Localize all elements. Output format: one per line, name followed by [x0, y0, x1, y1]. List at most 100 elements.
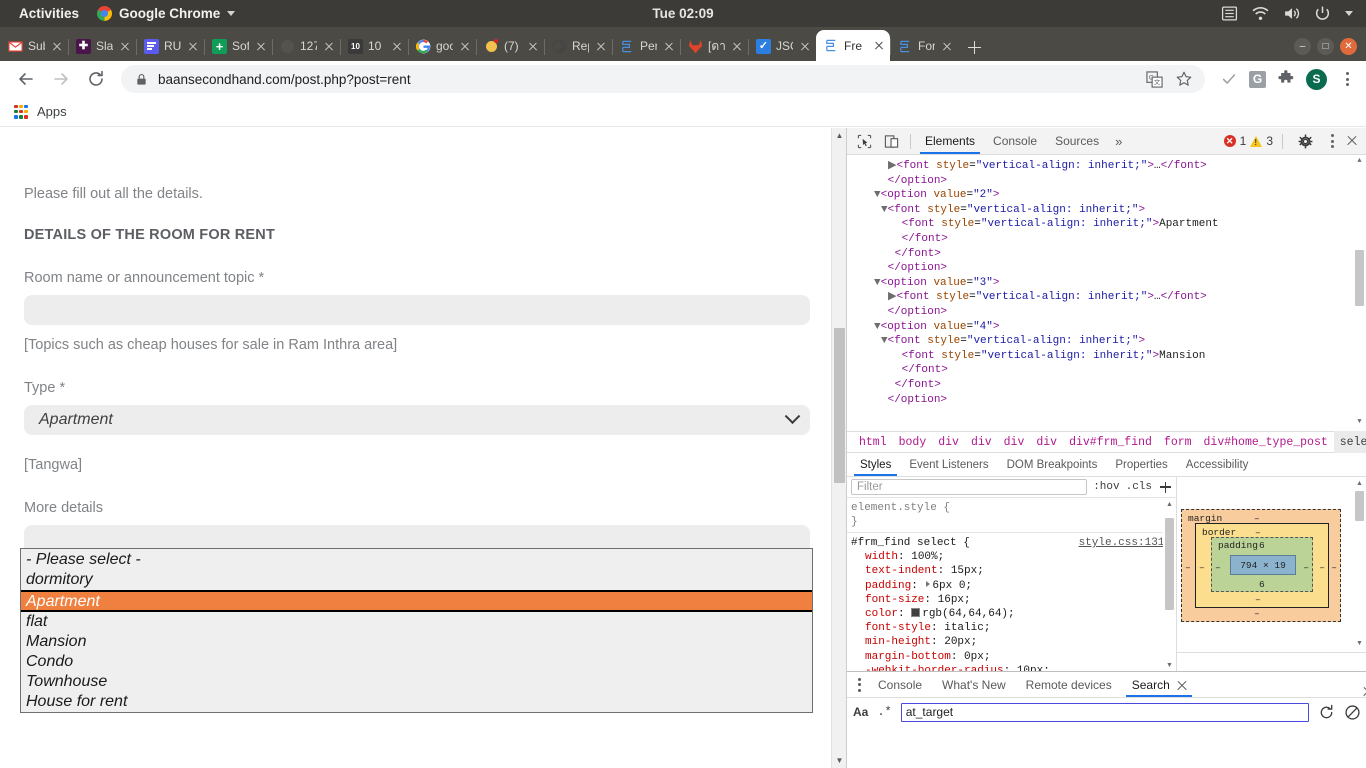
reload-button[interactable] — [80, 63, 112, 95]
styles-scrollbar[interactable]: ▲ ▼ — [1163, 498, 1176, 672]
breadcrumb-item-7[interactable]: form — [1158, 431, 1198, 453]
list-icon[interactable] — [1221, 5, 1238, 22]
dom-tree-line-11[interactable]: ▼<option value="4"> — [847, 320, 1366, 335]
dom-tree-line-9[interactable]: ▶<font style="vertical-align: inherit;">… — [847, 290, 1366, 305]
padding-bottom-value[interactable]: 6 — [1259, 579, 1265, 590]
device-toolbar-icon[interactable] — [878, 129, 905, 154]
browser-tab-8[interactable]: Rep — [544, 31, 612, 61]
border-right-value[interactable]: – — [1319, 562, 1325, 573]
error-count-badge[interactable]: ✕ 1 — [1223, 134, 1246, 148]
css-declaration-margin-bottom[interactable]: margin-bottom: 0px; — [851, 650, 1172, 664]
breadcrumb-item-2[interactable]: div — [932, 431, 965, 453]
dom-tree-line-8[interactable]: ▼<option value="3"> — [847, 276, 1366, 291]
browser-tab-4[interactable]: 127 — [272, 31, 340, 61]
scroll-down-arrow-icon[interactable]: ▼ — [1353, 416, 1366, 429]
refresh-icon[interactable] — [1318, 704, 1335, 721]
hov-toggle[interactable]: :hov — [1093, 481, 1119, 493]
dom-tree-line-12[interactable]: ▼<font style="vertical-align: inherit;"> — [847, 334, 1366, 349]
browser-tab-11[interactable]: ✓ JSO — [748, 31, 816, 61]
breadcrumb-item-8[interactable]: div#home_type_post — [1198, 431, 1334, 453]
close-icon[interactable] — [50, 39, 64, 53]
box-model-scrollbar-thumb[interactable] — [1355, 491, 1364, 521]
close-icon[interactable] — [940, 39, 954, 53]
window-maximize-button[interactable]: □ — [1317, 38, 1334, 55]
breadcrumb-item-1[interactable]: body — [893, 431, 933, 453]
search-input[interactable]: at_target — [900, 702, 1309, 722]
app-menu-chrome[interactable]: Google Chrome — [88, 3, 244, 24]
warning-count-badge[interactable]: 3 — [1250, 134, 1273, 148]
extensions-puzzle-icon[interactable] — [1277, 70, 1295, 88]
activities-button[interactable]: Activities — [10, 3, 88, 24]
close-icon[interactable] — [1175, 679, 1186, 690]
kebab-menu-icon[interactable] — [850, 674, 868, 696]
match-case-toggle[interactable]: Aa — [853, 705, 868, 719]
new-tab-button[interactable] — [960, 33, 988, 61]
css-source-link[interactable]: style.css:1312 — [1079, 536, 1171, 550]
close-icon[interactable] — [458, 39, 472, 53]
grammarly-icon[interactable]: G — [1249, 70, 1266, 88]
css-declaration-min-height[interactable]: min-height: 20px; — [851, 635, 1172, 649]
window-close-button[interactable]: ✕ — [1340, 38, 1357, 55]
browser-tab-7[interactable]: (7) — [476, 31, 544, 61]
close-icon[interactable] — [254, 39, 268, 53]
select-option-5[interactable]: Condo — [21, 652, 812, 672]
expand-arrow-icon[interactable] — [926, 580, 931, 587]
box-model-scrollbar[interactable]: ▲ ▼ — [1353, 477, 1366, 672]
page-scrollbar-thumb[interactable] — [834, 328, 845, 483]
scroll-up-arrow-icon[interactable]: ▲ — [1353, 155, 1366, 168]
apps-label[interactable]: Apps — [37, 104, 67, 119]
kebab-menu-icon[interactable] — [1323, 132, 1341, 150]
scroll-up-arrow-icon[interactable]: ▲ — [832, 128, 847, 143]
css-declaration-text-indent[interactable]: text-indent: 15px; — [851, 564, 1172, 578]
window-minimize-button[interactable]: – — [1294, 38, 1311, 55]
browser-tab-9[interactable]: Per — [612, 31, 680, 61]
element-style-block[interactable]: element.style { } — [847, 498, 1176, 533]
box-model-border[interactable]: border – – – – padding 6 6 – – 794 × 19 — [1195, 523, 1329, 608]
browser-tab-10[interactable]: [ดา — [680, 31, 748, 61]
dom-tree-line-5[interactable]: </font> — [847, 232, 1366, 247]
sidebar-tab-event-listeners[interactable]: Event Listeners — [900, 453, 997, 476]
sidebar-tab-properties[interactable]: Properties — [1106, 453, 1176, 476]
close-icon[interactable] — [118, 39, 132, 53]
sidebar-tab-dom-breakpoints[interactable]: DOM Breakpoints — [998, 453, 1107, 476]
inspect-element-icon[interactable] — [851, 129, 878, 154]
border-left-value[interactable]: – — [1199, 562, 1205, 573]
more-tabs-button[interactable]: » — [1108, 134, 1129, 149]
scroll-up-arrow-icon[interactable]: ▲ — [1353, 477, 1366, 490]
page-scrollbar[interactable]: ▲ ▼ — [831, 128, 846, 768]
forward-button[interactable] — [45, 63, 77, 95]
browser-tab-1[interactable]: ✚ Slac — [68, 31, 136, 61]
dom-tree-line-0[interactable]: ▶<font style="vertical-align: inherit;">… — [847, 159, 1366, 174]
type-select-options-list[interactable]: - Please select - dormitory Apartment flat M… — [20, 548, 813, 713]
wifi-icon[interactable] — [1252, 5, 1269, 22]
select-option-1[interactable]: dormitory — [21, 570, 812, 590]
css-rule-frm-find-select[interactable]: #frm_find select { style.css:1312 width:… — [847, 533, 1176, 672]
browser-tab-12[interactable]: Fre — [816, 30, 890, 61]
margin-left-value[interactable]: – — [1185, 562, 1191, 573]
close-icon[interactable] — [798, 39, 812, 53]
dom-tree-line-10[interactable]: </option> — [847, 305, 1366, 320]
bookmark-star-icon[interactable] — [1175, 70, 1193, 88]
margin-right-value[interactable]: – — [1331, 562, 1337, 573]
power-icon[interactable] — [1314, 5, 1331, 22]
browser-tab-13[interactable]: For — [890, 31, 958, 61]
dom-tree-line-15[interactable]: </font> — [847, 378, 1366, 393]
close-icon[interactable] — [1345, 134, 1359, 148]
browser-tab-6[interactable]: goo — [408, 31, 476, 61]
dom-tree[interactable]: ▶<font style="vertical-align: inherit;">… — [847, 155, 1366, 431]
breadcrumb-item-3[interactable]: div — [965, 431, 998, 453]
dom-tree-line-1[interactable]: </option> — [847, 174, 1366, 189]
profile-avatar[interactable]: S — [1306, 68, 1327, 90]
room-name-input[interactable] — [24, 295, 810, 325]
close-icon[interactable] — [872, 39, 886, 53]
dom-tree-line-14[interactable]: </font> — [847, 363, 1366, 378]
padding-right-value[interactable]: – — [1303, 562, 1309, 573]
breadcrumb-item-9[interactable]: select — [1333, 431, 1366, 453]
dom-tree-scrollbar[interactable]: ▲ ▼ — [1353, 155, 1366, 431]
scroll-down-arrow-icon[interactable]: ▼ — [832, 753, 847, 768]
box-model-content-size[interactable]: 794 × 19 — [1230, 555, 1296, 575]
breadcrumb-item-5[interactable]: div — [1030, 431, 1063, 453]
margin-bottom-value[interactable]: – — [1254, 608, 1260, 619]
dom-tree-line-16[interactable]: </option> — [847, 393, 1366, 408]
translate-icon[interactable]: G文 — [1146, 70, 1163, 88]
